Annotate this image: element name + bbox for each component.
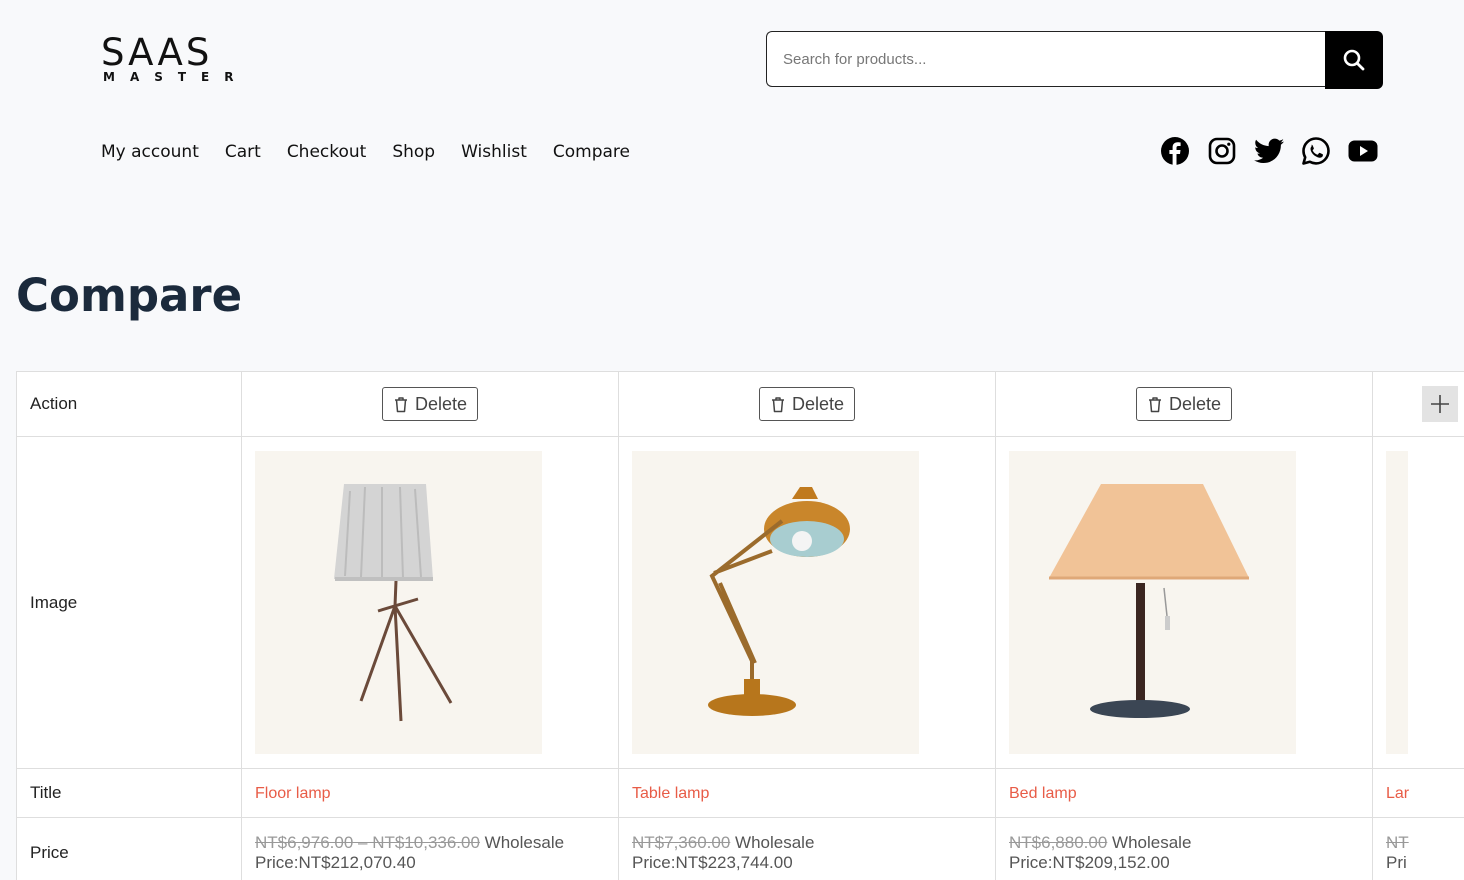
compare-table-wrapper[interactable]: Action Delete Delete Delete Image Title … — [16, 371, 1464, 880]
price-cell: NT Pri — [1372, 817, 1464, 880]
price-old: NT — [1386, 832, 1409, 852]
nav-cart[interactable]: Cart — [225, 140, 261, 164]
product-title-link[interactable]: Bed lamp — [1009, 785, 1077, 802]
image-cell — [618, 436, 996, 769]
product-image-partial[interactable] — [1386, 451, 1408, 754]
compare-table: Action Delete Delete Delete Image Title … — [16, 371, 1464, 880]
image-cell — [995, 436, 1373, 769]
action-cell: Delete — [995, 371, 1373, 437]
nav-checkout[interactable]: Checkout — [287, 140, 367, 164]
delete-label: Delete — [414, 393, 468, 414]
nav-shop[interactable]: Shop — [392, 140, 435, 164]
youtube-link[interactable] — [1348, 136, 1378, 166]
delete-label: Delete — [791, 393, 845, 414]
twitter-link[interactable] — [1254, 136, 1284, 166]
instagram-link[interactable] — [1207, 136, 1237, 166]
row-label-action: Action — [16, 371, 242, 437]
facebook-link[interactable] — [1160, 136, 1190, 166]
action-cell: Delete — [618, 371, 996, 437]
price-label: Wholesale — [484, 832, 565, 852]
trash-icon — [771, 396, 784, 412]
title-cell: Lar — [1372, 768, 1464, 818]
title-cell: Bed lamp — [995, 768, 1373, 818]
nav-compare[interactable]: Compare — [553, 140, 630, 164]
price-old: NT$6,976.00 – NT$10,336.00 — [255, 832, 480, 852]
product-title-link[interactable]: Lar — [1386, 785, 1409, 802]
price-label: Wholesale — [1112, 832, 1192, 852]
logo[interactable]: SAAS MASTER — [101, 31, 249, 86]
youtube-icon — [1348, 140, 1378, 162]
price-old: NT$6,880.00 — [1009, 832, 1108, 852]
row-label-title: Title — [16, 768, 242, 818]
image-cell — [241, 436, 619, 769]
action-cell — [1372, 371, 1464, 437]
whatsapp-link[interactable] — [1301, 136, 1331, 166]
product-image-floor-lamp[interactable] — [255, 451, 542, 754]
search-input[interactable] — [766, 31, 1325, 87]
image-cell — [1372, 436, 1464, 769]
price-cell: NT$7,360.00 Wholesale Price:NT$223,744.0… — [618, 817, 996, 880]
price-label: Wholesale — [735, 832, 815, 852]
product-title-link[interactable]: Table lamp — [632, 785, 709, 802]
nav-wishlist[interactable]: Wishlist — [461, 140, 527, 164]
table-row-price: Price NT$6,976.00 – NT$10,336.00 Wholesa… — [16, 817, 1464, 880]
product-image-table-lamp[interactable] — [632, 451, 919, 754]
add-product-button[interactable] — [1422, 386, 1458, 422]
table-row-image: Image — [16, 436, 1464, 769]
price-old: NT$7,360.00 — [632, 832, 731, 852]
twitter-icon — [1254, 138, 1284, 163]
price-cell: NT$6,976.00 – NT$10,336.00 Wholesale Pri… — [241, 817, 619, 880]
title-cell: Floor lamp — [241, 768, 619, 818]
logo-sub: MASTER — [103, 70, 249, 84]
price-wholesale: Pri — [1386, 852, 1407, 872]
table-row-action: Action Delete Delete Delete — [16, 371, 1464, 437]
price-wholesale: Price:NT$209,152.00 — [1009, 852, 1170, 872]
page-title: Compare — [16, 269, 243, 322]
delete-button[interactable]: Delete — [381, 387, 479, 421]
product-title-link[interactable]: Floor lamp — [255, 785, 331, 802]
trash-icon — [1148, 396, 1161, 412]
price-cell: NT$6,880.00 Wholesale Price:NT$209,152.0… — [995, 817, 1373, 880]
price-wholesale: Price:NT$212,070.40 — [255, 852, 416, 872]
main-nav: My account Cart Checkout Shop Wishlist C… — [101, 140, 630, 164]
search-icon — [1343, 49, 1365, 71]
title-cell: Table lamp — [618, 768, 996, 818]
trash-icon — [394, 396, 407, 412]
action-cell: Delete — [241, 371, 619, 437]
plus-icon — [1431, 395, 1449, 413]
logo-word: SAAS — [101, 31, 213, 74]
row-label-price: Price — [16, 817, 242, 880]
price-wholesale: Price:NT$223,744.00 — [632, 852, 793, 872]
delete-label: Delete — [1168, 393, 1222, 414]
nav-my-account[interactable]: My account — [101, 140, 199, 164]
product-image-bed-lamp[interactable] — [1009, 451, 1296, 754]
delete-button[interactable]: Delete — [758, 387, 856, 421]
search-button[interactable] — [1325, 31, 1383, 89]
facebook-icon — [1161, 137, 1189, 165]
instagram-icon — [1208, 137, 1236, 165]
whatsapp-icon — [1302, 137, 1330, 165]
social-links — [1160, 136, 1378, 166]
table-row-title: Title Floor lamp Table lamp Bed lamp Lar — [16, 768, 1464, 818]
delete-button[interactable]: Delete — [1135, 387, 1233, 421]
row-label-image: Image — [16, 436, 242, 769]
search-form — [766, 31, 1383, 89]
